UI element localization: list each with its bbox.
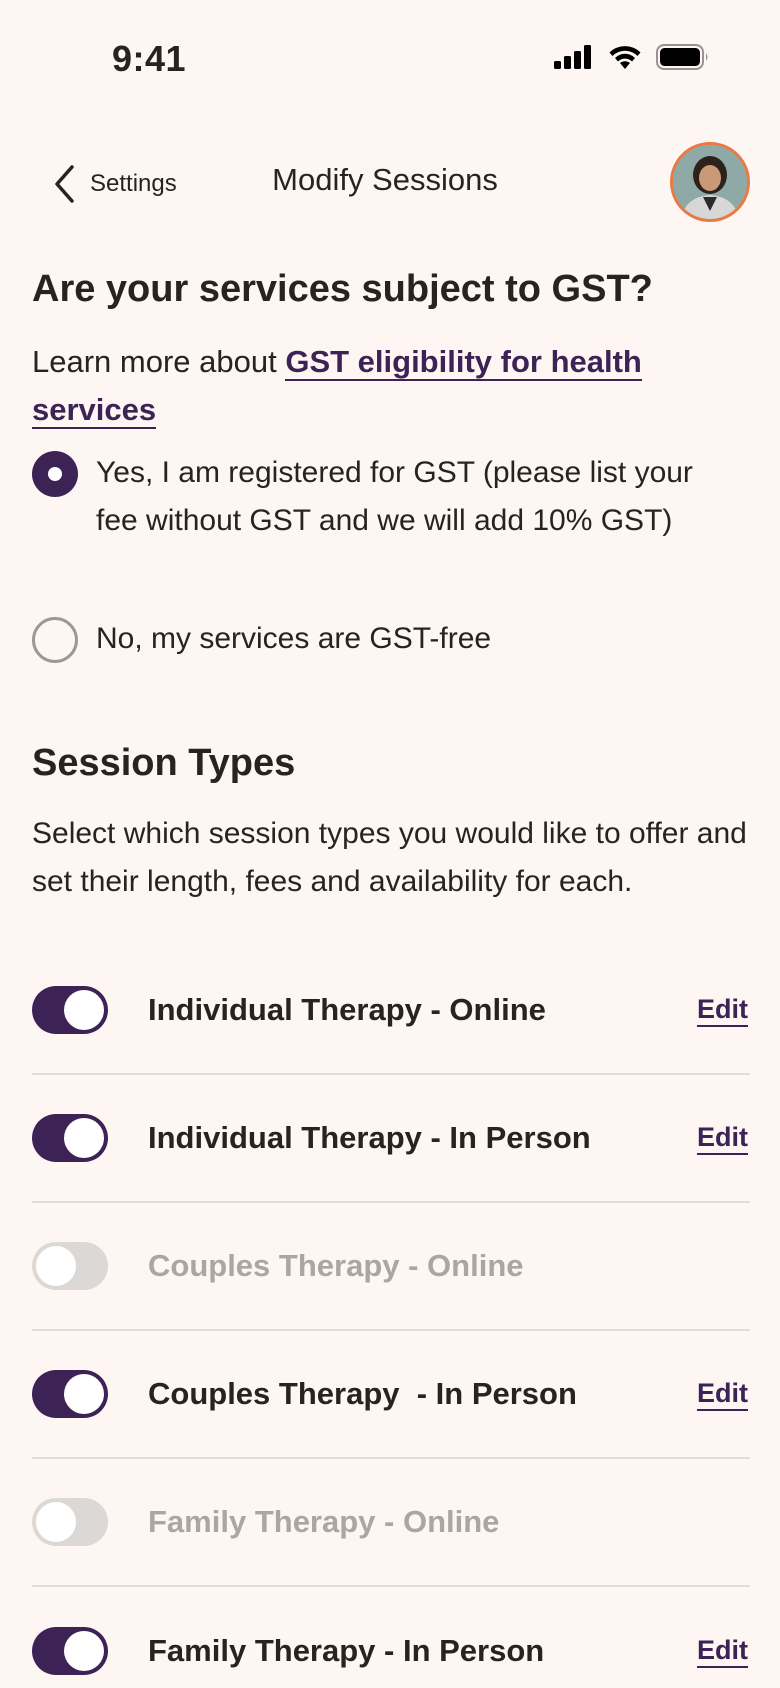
session-toggle[interactable] (32, 986, 108, 1034)
gst-option-no[interactable]: No, my services are GST-free (32, 617, 696, 663)
toggle-knob (36, 1246, 76, 1286)
gst-option-no-label: No, my services are GST-free (96, 622, 492, 655)
edit-link[interactable]: Edit (697, 1635, 748, 1668)
session-types-description: Select which session types you would lik… (32, 817, 747, 898)
edit-link[interactable]: Edit (697, 994, 748, 1027)
nav-bar: Settings Modify Sessions (0, 140, 780, 228)
session-row-couples-online: Couples Therapy - Online (32, 1203, 750, 1331)
profile-photo (673, 145, 747, 219)
toggle-knob (36, 1502, 76, 1542)
status-time: 9:41 (112, 38, 187, 79)
session-toggle[interactable] (32, 1114, 108, 1162)
session-row-individual-in-person: Individual Therapy - In Person Edit (32, 1075, 750, 1203)
session-label: Family Therapy - In Person (148, 1633, 545, 1668)
session-types-heading: Session Types (32, 742, 296, 784)
session-label: Individual Therapy - Online (148, 992, 546, 1027)
toggle-knob (64, 1631, 104, 1671)
page: 9:41 Settings Modify Sessions Are your s… (0, 0, 780, 1688)
toggle-knob (64, 1118, 104, 1158)
session-label: Couples Therapy - Online (148, 1248, 524, 1283)
session-toggle[interactable] (32, 1498, 108, 1546)
avatar[interactable] (670, 142, 750, 222)
session-row-family-online: Family Therapy - Online (32, 1459, 750, 1587)
toggle-knob (64, 990, 104, 1030)
session-toggle[interactable] (32, 1627, 108, 1675)
session-label: Individual Therapy - In Person (148, 1120, 591, 1155)
radio-unselected[interactable] (32, 617, 78, 663)
gst-learn-more: Learn more about GST eligibility for hea… (32, 338, 722, 434)
radio-selected[interactable] (32, 451, 78, 497)
session-toggle[interactable] (32, 1370, 108, 1418)
gst-heading: Are your services subject to GST? (32, 268, 653, 310)
page-title: Modify Sessions (272, 162, 498, 197)
status-icons (554, 44, 710, 70)
session-row-couples-in-person: Couples Therapy - In Person Edit (32, 1331, 750, 1459)
session-label: Family Therapy - Online (148, 1504, 500, 1539)
session-toggle[interactable] (32, 1242, 108, 1290)
wifi-icon (609, 46, 641, 69)
session-label: Couples Therapy - In Person (148, 1376, 577, 1411)
status-bar: 9:41 (0, 0, 780, 120)
signal-icon (554, 45, 591, 69)
battery-icon (656, 44, 708, 70)
gst-option-yes-label: Yes, I am registered for GST (please lis… (96, 456, 693, 537)
learn-more-prefix: Learn more about (32, 344, 286, 379)
session-row-individual-online: Individual Therapy - Online Edit (32, 947, 750, 1075)
edit-link[interactable]: Edit (697, 1122, 748, 1155)
edit-link[interactable]: Edit (697, 1378, 748, 1411)
session-row-family-in-person: Family Therapy - In Person Edit (32, 1587, 750, 1688)
gst-option-yes[interactable]: Yes, I am registered for GST (please lis… (32, 451, 696, 545)
toggle-knob (64, 1374, 104, 1414)
